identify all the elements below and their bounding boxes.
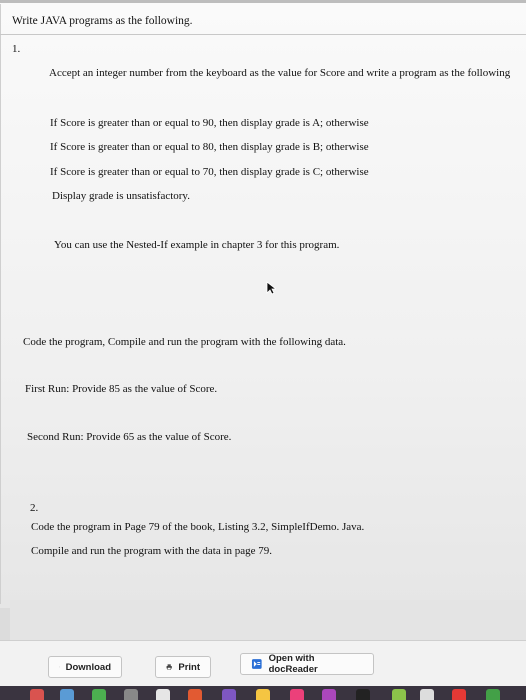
- rule-b: If Score is greater than or equal to 80,…: [50, 141, 369, 153]
- numbers-app-icon[interactable]: [486, 689, 500, 700]
- app-icon[interactable]: [420, 689, 434, 700]
- document-heading: Write JAVA programs as the following.: [12, 15, 193, 27]
- rule-default: Display grade is unsatisfactory.: [52, 190, 190, 202]
- second-run: Second Run: Provide 65 as the value of S…: [27, 431, 232, 443]
- attachment-toolbar: Download Print Open with docReader: [0, 640, 526, 687]
- top-border: [0, 0, 526, 3]
- tv-app-icon[interactable]: [356, 689, 370, 700]
- first-run: First Run: Provide 85 as the value of Sc…: [25, 383, 218, 395]
- heading-divider: [0, 34, 526, 35]
- os-dock: [0, 686, 526, 700]
- hint-text: You can use the Nested-If example in cha…: [54, 239, 340, 251]
- app-icon[interactable]: [92, 689, 106, 700]
- item-2-number: 2.: [30, 502, 39, 514]
- download-button[interactable]: Download: [48, 656, 122, 678]
- print-button[interactable]: Print: [155, 656, 211, 678]
- document-footer-panel: [10, 600, 526, 640]
- print-label: Print: [178, 661, 200, 673]
- mouse-cursor-icon: [266, 281, 276, 295]
- open-with-label: Open with docReader: [268, 653, 318, 675]
- podcasts-app-icon[interactable]: [322, 689, 336, 700]
- app-icon[interactable]: [156, 689, 170, 700]
- rule-c: If Score is greater than or equal to 70,…: [50, 166, 369, 178]
- app-icon[interactable]: [222, 689, 236, 700]
- app-icon[interactable]: [452, 689, 466, 700]
- open-with-docreader-button[interactable]: Open with docReader: [240, 653, 374, 675]
- app-icon[interactable]: [124, 689, 138, 700]
- document-page: Write JAVA programs as the following. 1.…: [0, 0, 526, 608]
- code-instruction: Code the program, Compile and run the pr…: [23, 336, 346, 348]
- notes-app-icon[interactable]: [256, 689, 270, 700]
- document-frame: [0, 4, 526, 604]
- item-2-line-1: Code the program in Page 79 of the book,…: [31, 521, 365, 533]
- docreader-icon: [251, 659, 262, 669]
- calendar-app-icon[interactable]: [30, 689, 44, 700]
- rule-a: If Score is greater than or equal to 90,…: [50, 117, 369, 129]
- download-icon: [59, 666, 60, 668]
- app-icon[interactable]: [60, 689, 74, 700]
- item-2-line-2: Compile and run the program with the dat…: [31, 545, 273, 557]
- print-icon: [166, 664, 172, 670]
- item-1-number: 1.: [12, 43, 21, 55]
- download-label: Download: [65, 661, 111, 673]
- item-1-intro: Accept an integer number from the keyboa…: [49, 67, 511, 79]
- music-app-icon[interactable]: [290, 689, 304, 700]
- app-icon[interactable]: [188, 689, 202, 700]
- app-icon[interactable]: [392, 689, 406, 700]
